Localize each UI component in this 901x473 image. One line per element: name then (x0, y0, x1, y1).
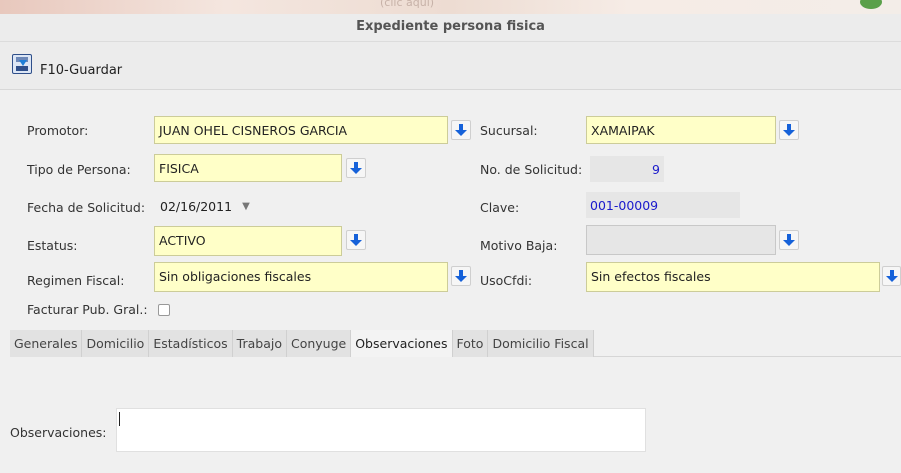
save-button-label[interactable]: F10-Guardar (40, 64, 122, 78)
promotor-lookup-icon[interactable] (451, 120, 471, 140)
estatus-field[interactable]: ACTIVO (154, 226, 342, 256)
clave-label: Clave: (480, 200, 520, 215)
header-text: (clic aqui) (380, 0, 435, 9)
tab-observaciones[interactable]: Observaciones (351, 330, 453, 357)
tab-conyuge[interactable]: Conyuge (286, 330, 352, 357)
tab-bar: Generales Domicilio Estadísticos Trabajo… (10, 330, 901, 357)
no-solicitud-label: No. de Solicitud: (480, 162, 583, 177)
sucursal-lookup-icon[interactable] (779, 120, 799, 140)
estatus-label: Estatus: (27, 238, 78, 253)
promotor-label: Promotor: (27, 123, 89, 138)
title-bar: Expediente persona fisica (0, 14, 901, 42)
date-dropdown-icon[interactable]: ▼ (238, 198, 254, 216)
sucursal-label: Sucursal: (480, 123, 538, 138)
tab-generales[interactable]: Generales (10, 330, 83, 357)
uso-cfdi-lookup-icon[interactable] (882, 266, 901, 286)
tipo-persona-lookup-icon[interactable] (346, 158, 366, 178)
sucursal-field[interactable]: XAMAIPAK (586, 116, 776, 144)
motivo-baja-lookup-icon[interactable] (779, 230, 799, 250)
status-indicator-icon (860, 0, 882, 9)
uso-cfdi-label: UsoCfdi: (480, 273, 533, 288)
window-title: Expediente persona fisica (356, 19, 545, 34)
tipo-persona-label: Tipo de Persona: (27, 162, 131, 177)
regimen-fiscal-lookup-icon[interactable] (451, 266, 471, 286)
observaciones-label: Observaciones: (10, 425, 107, 440)
facturar-pub-gral-label: Facturar Pub. Gral.: (27, 302, 148, 317)
regimen-fiscal-label: Regimen Fiscal: (27, 273, 125, 288)
motivo-baja-label: Motivo Baja: (480, 238, 558, 253)
toolbar (0, 42, 901, 90)
fecha-solicitud-field[interactable]: 02/16/2011 (158, 193, 238, 221)
tab-estadisticos[interactable]: Estadísticos (149, 330, 233, 357)
motivo-baja-field[interactable] (586, 225, 776, 255)
no-solicitud-field: 9 (590, 156, 664, 182)
window-header-strip: (clic aqui) (0, 0, 901, 14)
save-icon[interactable] (12, 54, 32, 74)
facturar-pub-gral-checkbox[interactable] (158, 304, 170, 316)
promotor-field[interactable]: JUAN OHEL CISNEROS GARCIA (154, 116, 448, 144)
text-cursor (119, 412, 120, 426)
tab-domicilio[interactable]: Domicilio (82, 330, 150, 357)
observaciones-textarea[interactable] (116, 408, 646, 452)
tab-foto[interactable]: Foto (452, 330, 489, 357)
tab-trabajo[interactable]: Trabajo (232, 330, 287, 357)
uso-cfdi-field[interactable]: Sin efectos fiscales (586, 262, 880, 292)
fecha-solicitud-label: Fecha de Solicitud: (27, 200, 146, 215)
tab-domicilio-fiscal[interactable]: Domicilio Fiscal (488, 330, 594, 357)
clave-field: 001-00009 (586, 192, 740, 218)
estatus-lookup-icon[interactable] (346, 230, 366, 250)
regimen-fiscal-field[interactable]: Sin obligaciones fiscales (154, 262, 448, 292)
tipo-persona-field[interactable]: FISICA (154, 154, 342, 182)
